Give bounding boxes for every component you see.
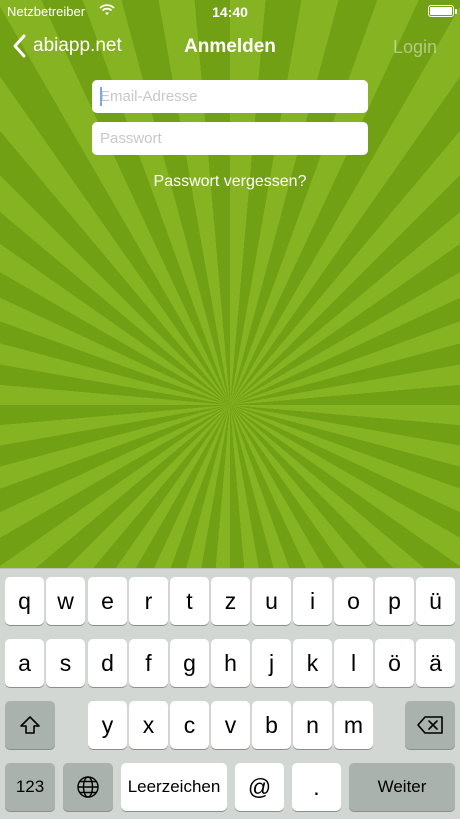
key-i[interactable]: i (293, 577, 332, 625)
email-field[interactable] (92, 80, 368, 113)
login-button[interactable]: Login (393, 37, 437, 58)
password-field[interactable] (92, 122, 368, 155)
key-t[interactable]: t (170, 577, 209, 625)
key-y[interactable]: y (88, 701, 127, 749)
key-j[interactable]: j (252, 639, 291, 687)
key-a[interactable]: a (5, 639, 44, 687)
key-l[interactable]: l (334, 639, 373, 687)
dot-key[interactable]: . (292, 763, 341, 811)
key-v[interactable]: v (211, 701, 250, 749)
key-ue[interactable]: ü (416, 577, 455, 625)
key-x[interactable]: x (129, 701, 168, 749)
key-oe[interactable]: ö (375, 639, 414, 687)
key-f[interactable]: f (129, 639, 168, 687)
key-s[interactable]: s (46, 639, 85, 687)
chevron-left-icon (13, 34, 26, 58)
backspace-icon (417, 716, 443, 734)
battery-tip (455, 9, 457, 14)
key-c[interactable]: c (170, 701, 209, 749)
key-u[interactable]: u (252, 577, 291, 625)
key-g[interactable]: g (170, 639, 209, 687)
return-key[interactable]: Weiter (349, 763, 455, 811)
globe-icon (77, 776, 99, 798)
delete-key[interactable] (405, 701, 455, 749)
key-h[interactable]: h (211, 639, 250, 687)
key-w[interactable]: w (46, 577, 85, 625)
key-ae[interactable]: ä (416, 639, 455, 687)
key-z[interactable]: z (211, 577, 250, 625)
key-e[interactable]: e (88, 577, 127, 625)
space-key[interactable]: Leerzeichen (121, 763, 227, 811)
globe-key[interactable] (63, 763, 113, 811)
status-bar: Netzbetreiber 14:40 (0, 0, 460, 24)
shift-key[interactable] (5, 701, 55, 749)
battery-icon (428, 5, 454, 17)
back-label: abiapp.net (33, 35, 122, 56)
at-key[interactable]: @ (235, 763, 284, 811)
forgot-password-link[interactable]: Passwort vergessen? (0, 173, 460, 191)
shift-icon (20, 716, 40, 734)
key-d[interactable]: d (88, 639, 127, 687)
key-q[interactable]: q (5, 577, 44, 625)
navigation-bar: abiapp.net Anmelden Login (0, 24, 460, 70)
key-b[interactable]: b (252, 701, 291, 749)
key-p[interactable]: p (375, 577, 414, 625)
key-n[interactable]: n (293, 701, 332, 749)
keyboard: q w e r t z u i o p ü a s d f g h j k l … (0, 568, 460, 819)
key-o[interactable]: o (334, 577, 373, 625)
back-button[interactable]: abiapp.net (12, 34, 122, 58)
key-k[interactable]: k (293, 639, 332, 687)
clock: 14:40 (212, 4, 248, 20)
key-r[interactable]: r (129, 577, 168, 625)
numbers-key[interactable]: 123 (5, 763, 55, 811)
key-m[interactable]: m (334, 701, 373, 749)
text-caret (100, 87, 102, 106)
